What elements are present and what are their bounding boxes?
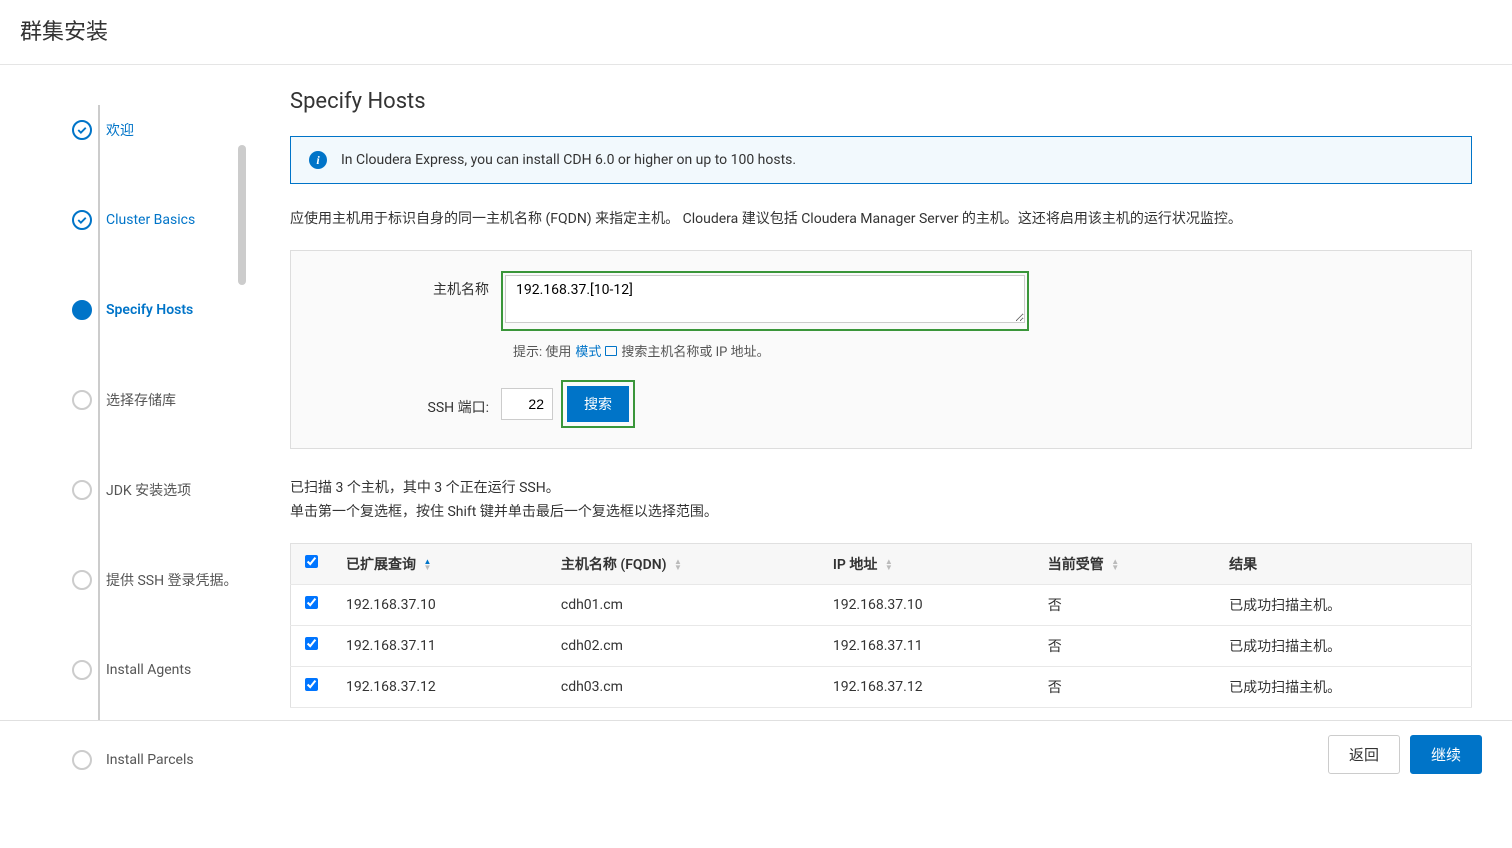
sort-icon: ▲▼ <box>885 559 893 571</box>
step-label: 选择存储库 <box>106 390 176 410</box>
cell-expanded: 192.168.37.11 <box>332 625 547 666</box>
step-label: 提供 SSH 登录凭据。 <box>106 570 238 590</box>
cell-fqdn: cdh03.cm <box>547 666 819 707</box>
cell-managed: 否 <box>1034 666 1215 707</box>
cell-managed: 否 <box>1034 584 1215 625</box>
step-label: JDK 安装选项 <box>106 480 191 500</box>
header-ip-label: IP 地址 <box>833 557 878 573</box>
ssh-port-label: SSH 端口: <box>321 391 501 417</box>
ssh-row: SSH 端口: 搜索 <box>321 380 1441 428</box>
header-expanded[interactable]: 已扩展查询 ▲▼ <box>332 543 547 584</box>
step-select-repository: 选择存储库 <box>16 355 250 445</box>
current-step-icon <box>72 300 92 320</box>
step-jdk-options: JDK 安装选项 <box>16 445 250 535</box>
step-specify-hosts[interactable]: Specify Hosts <box>16 265 250 355</box>
info-banner: i In Cloudera Express, you can install C… <box>290 136 1472 184</box>
step-cluster-basics[interactable]: Cluster Basics <box>16 175 250 265</box>
step-label: Install Parcels <box>106 752 194 768</box>
table-header-row: 已扩展查询 ▲▼ 主机名称 (FQDN) ▲▼ IP 地址 ▲▼ 当前受管 ▲▼ <box>291 543 1472 584</box>
step-label: Specify Hosts <box>106 302 193 318</box>
header-fqdn-label: 主机名称 (FQDN) <box>561 557 667 573</box>
header-expanded-label: 已扩展查询 <box>346 557 416 573</box>
pending-step-icon <box>72 390 92 410</box>
cell-managed: 否 <box>1034 625 1215 666</box>
hostname-row: 主机名称 <box>321 271 1441 331</box>
new-window-icon <box>605 346 617 356</box>
page-header: 群集安装 <box>0 0 1512 65</box>
header-managed-label: 当前受管 <box>1048 557 1104 573</box>
search-highlight: 搜索 <box>561 380 635 428</box>
hint-suffix: 搜索主机名称或 IP 地址。 <box>621 341 769 360</box>
header-managed[interactable]: 当前受管 ▲▼ <box>1034 543 1215 584</box>
hint-row: 提示: 使用 模式 搜索主机名称或 IP 地址。 <box>513 341 1441 360</box>
cell-fqdn: cdh02.cm <box>547 625 819 666</box>
main-title: Specify Hosts <box>290 89 1472 114</box>
hostname-label: 主机名称 <box>321 271 501 299</box>
pending-step-icon <box>72 570 92 590</box>
step-label: Install Agents <box>106 662 191 678</box>
step-label: Cluster Basics <box>106 212 195 228</box>
step-list: 欢迎 Cluster Basics Specify Hosts 选择存储库 <box>16 85 250 805</box>
back-button[interactable]: 返回 <box>1328 735 1400 774</box>
ssh-port-input[interactable] <box>501 388 553 420</box>
sort-icon: ▲▼ <box>423 559 431 571</box>
cell-result: 已成功扫描主机。 <box>1215 666 1471 707</box>
hostname-highlight <box>501 271 1029 331</box>
table-row: 192.168.37.12 cdh03.cm 192.168.37.12 否 已… <box>291 666 1472 707</box>
page-title: 群集安装 <box>20 14 1492 46</box>
step-label: 欢迎 <box>106 120 134 140</box>
hostname-input[interactable] <box>505 275 1025 323</box>
pending-step-icon <box>72 660 92 680</box>
check-icon <box>72 210 92 230</box>
pending-step-icon <box>72 480 92 500</box>
info-icon: i <box>309 151 327 169</box>
cell-ip: 192.168.37.12 <box>819 666 1034 707</box>
wizard-sidebar: 欢迎 Cluster Basics Specify Hosts 选择存储库 <box>0 65 250 848</box>
cell-ip: 192.168.37.11 <box>819 625 1034 666</box>
cell-fqdn: cdh01.cm <box>547 584 819 625</box>
check-icon <box>72 120 92 140</box>
continue-button[interactable]: 继续 <box>1410 735 1482 774</box>
hint-prefix: 提示: 使用 <box>513 341 571 360</box>
row-checkbox[interactable] <box>305 637 318 650</box>
step-install-agents: Install Agents <box>16 625 250 715</box>
sort-icon: ▲▼ <box>674 559 682 571</box>
cell-expanded: 192.168.37.10 <box>332 584 547 625</box>
instruction-text: 应使用主机用于标识自身的同一主机名称 (FQDN) 来指定主机。 Clouder… <box>290 208 1472 230</box>
pattern-link[interactable]: 模式 <box>575 341 601 360</box>
table-row: 192.168.37.11 cdh02.cm 192.168.37.11 否 已… <box>291 625 1472 666</box>
header-checkbox-col <box>291 543 333 584</box>
scan-line-1: 已扫描 3 个主机，其中 3 个正在运行 SSH。 <box>290 477 1472 501</box>
header-fqdn[interactable]: 主机名称 (FQDN) ▲▼ <box>547 543 819 584</box>
header-result-label: 结果 <box>1229 557 1257 573</box>
table-row: 192.168.37.10 cdh01.cm 192.168.37.10 否 已… <box>291 584 1472 625</box>
header-ip[interactable]: IP 地址 ▲▼ <box>819 543 1034 584</box>
scan-info: 已扫描 3 个主机，其中 3 个正在运行 SSH。 单击第一个复选框，按住 Sh… <box>290 477 1472 525</box>
hosts-table: 已扩展查询 ▲▼ 主机名称 (FQDN) ▲▼ IP 地址 ▲▼ 当前受管 ▲▼ <box>290 543 1472 708</box>
cell-expanded: 192.168.37.12 <box>332 666 547 707</box>
search-button[interactable]: 搜索 <box>567 386 629 422</box>
step-welcome[interactable]: 欢迎 <box>16 85 250 175</box>
header-result: 结果 <box>1215 543 1471 584</box>
cell-ip: 192.168.37.10 <box>819 584 1034 625</box>
row-checkbox[interactable] <box>305 678 318 691</box>
sort-icon: ▲▼ <box>1111 559 1119 571</box>
scan-line-2: 单击第一个复选框，按住 Shift 键并单击最后一个复选框以选择范围。 <box>290 501 1472 525</box>
host-form-panel: 主机名称 提示: 使用 模式 搜索主机名称或 IP 地址。 SSH 端口: 搜索 <box>290 250 1472 449</box>
cell-result: 已成功扫描主机。 <box>1215 584 1471 625</box>
step-ssh-credentials: 提供 SSH 登录凭据。 <box>16 535 250 625</box>
row-checkbox[interactable] <box>305 596 318 609</box>
banner-text: In Cloudera Express, you can install CDH… <box>341 152 796 168</box>
cell-result: 已成功扫描主机。 <box>1215 625 1471 666</box>
pending-step-icon <box>72 750 92 770</box>
step-install-parcels: Install Parcels <box>16 715 250 805</box>
select-all-checkbox[interactable] <box>305 555 318 568</box>
